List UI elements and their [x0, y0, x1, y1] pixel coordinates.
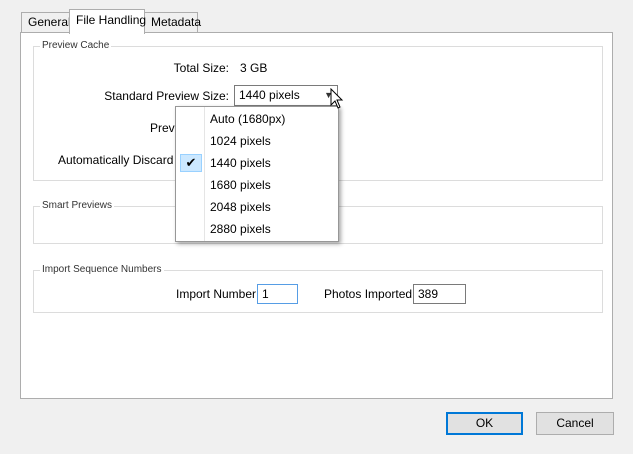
dropdown-option-1440[interactable]: ✔ 1440 pixels: [178, 152, 336, 174]
tab-metadata[interactable]: Metadata: [144, 12, 201, 32]
option-label: 1440 pixels: [210, 156, 271, 170]
import-number-label: Import Number:: [176, 287, 260, 301]
tab-file-handling[interactable]: File Handling: [69, 9, 146, 34]
mouse-cursor-icon: [330, 88, 344, 109]
standard-preview-size-label: Standard Preview Size:: [104, 89, 229, 103]
preview-quality-label: Previ: [150, 121, 178, 135]
import-sequence-title: Import Sequence Numbers: [40, 264, 164, 276]
dropdown-option-2048[interactable]: 2048 pixels: [178, 196, 336, 218]
tab-general[interactable]: General: [21, 12, 71, 32]
option-label: 1024 pixels: [210, 134, 271, 148]
option-label: Auto (1680px): [210, 112, 286, 126]
photos-imported-input[interactable]: [413, 284, 466, 304]
dropdown-option-auto[interactable]: Auto (1680px): [178, 108, 336, 130]
dropdown-option-2880[interactable]: 2880 pixels: [178, 218, 336, 240]
total-size-value: 3 GB: [240, 61, 268, 75]
ok-button[interactable]: OK: [446, 412, 523, 435]
auto-discard-label: Automatically Discard 1:: [58, 153, 187, 167]
option-label: 1680 pixels: [210, 178, 271, 192]
dropdown-option-1024[interactable]: 1024 pixels: [178, 130, 336, 152]
preview-size-dropdown: Auto (1680px) 1024 pixels ✔ 1440 pixels …: [175, 106, 339, 242]
dropdown-option-1680[interactable]: 1680 pixels: [178, 174, 336, 196]
standard-preview-size-value: 1440 pixels: [239, 88, 300, 102]
import-number-input[interactable]: [257, 284, 298, 304]
checkmark-icon: ✔: [180, 154, 202, 172]
option-label: 2048 pixels: [210, 200, 271, 214]
import-sequence-group: Import Sequence Numbers: [33, 264, 603, 313]
total-size-label: Total Size:: [173, 61, 229, 75]
cancel-button[interactable]: Cancel: [536, 412, 614, 435]
standard-preview-size-select[interactable]: 1440 pixels ▼: [234, 85, 338, 106]
smart-previews-title: Smart Previews: [40, 200, 115, 212]
photos-imported-label: Photos Imported:: [324, 287, 416, 301]
preview-cache-title: Preview Cache: [40, 40, 112, 52]
option-label: 2880 pixels: [210, 222, 271, 236]
